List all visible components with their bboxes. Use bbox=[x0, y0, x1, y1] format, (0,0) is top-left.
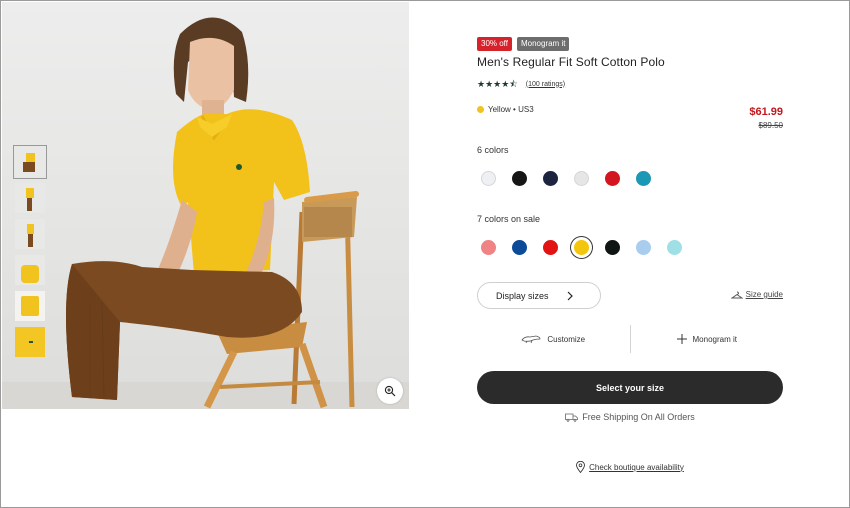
product-info-panel: 30% off Monogram it Men's Regular Fit So… bbox=[477, 1, 783, 508]
customize-label: Customize bbox=[547, 334, 586, 344]
product-title: Men's Regular Fit Soft Cotton Polo bbox=[477, 55, 665, 69]
rating-stars: ★★★★⯪ bbox=[477, 79, 518, 89]
boutique-availability: Check boutique availability bbox=[477, 461, 783, 473]
color-swatch[interactable] bbox=[481, 171, 496, 186]
boutique-availability-link[interactable]: Check boutique availability bbox=[589, 463, 684, 472]
color-swatch[interactable] bbox=[543, 171, 558, 186]
size-guide-link[interactable]: Size guide bbox=[730, 290, 783, 299]
thumbnail-6[interactable] bbox=[15, 327, 45, 357]
customize-button[interactable]: Customize bbox=[477, 323, 630, 355]
plus-icon bbox=[676, 334, 687, 344]
thumbnail-5[interactable] bbox=[15, 291, 45, 321]
sale-color-swatch[interactable] bbox=[481, 240, 496, 255]
price-block: $61.99 $89.50 bbox=[749, 106, 783, 130]
color-swatch[interactable] bbox=[512, 171, 527, 186]
thumbnail-3[interactable] bbox=[15, 219, 45, 249]
display-sizes-button[interactable]: Display sizes bbox=[477, 282, 601, 309]
sale-colors-label: 7 colors on sale bbox=[477, 214, 541, 224]
truck-icon bbox=[565, 413, 579, 422]
sale-color-swatch[interactable] bbox=[543, 240, 558, 255]
color-swatch[interactable] bbox=[605, 171, 620, 186]
chevron-right-icon bbox=[567, 291, 573, 300]
shipping-info: Free Shipping On All Orders bbox=[477, 412, 783, 422]
color-swatch[interactable] bbox=[636, 171, 651, 186]
badge-row: 30% off Monogram it bbox=[477, 37, 570, 51]
thumbnail-1[interactable] bbox=[13, 145, 47, 179]
monogram-button[interactable]: Monogram it bbox=[631, 323, 784, 355]
product-main-image[interactable] bbox=[2, 2, 409, 409]
thumbnail-2[interactable] bbox=[15, 183, 45, 213]
crocodile-icon bbox=[521, 335, 541, 344]
size-guide-label: Size guide bbox=[745, 290, 783, 299]
zoom-button[interactable] bbox=[377, 378, 403, 404]
ratings-count-link[interactable]: (100 ratings) bbox=[526, 81, 565, 88]
sale-color-swatch[interactable] bbox=[512, 240, 527, 255]
regular-color-swatches bbox=[481, 171, 651, 186]
monogram-badge: Monogram it bbox=[516, 37, 570, 51]
personalize-actions: Customize Monogram it bbox=[477, 323, 783, 355]
sale-color-swatch[interactable] bbox=[605, 240, 620, 255]
location-pin-icon bbox=[576, 461, 586, 473]
thumbnail-strip bbox=[13, 145, 47, 363]
rating-row: ★★★★⯪ (100 ratings) bbox=[477, 79, 565, 89]
shipping-label: Free Shipping On All Orders bbox=[582, 412, 695, 422]
color-swatch[interactable] bbox=[574, 171, 589, 186]
sale-color-swatch[interactable] bbox=[667, 240, 682, 255]
selected-color: Yellow • US3 bbox=[477, 105, 534, 114]
thumbnail-4[interactable] bbox=[15, 255, 45, 285]
sale-color-swatches bbox=[481, 240, 682, 255]
select-size-button[interactable]: Select your size bbox=[477, 371, 783, 404]
zoom-icon bbox=[384, 385, 396, 397]
monogram-label: Monogram it bbox=[692, 334, 737, 344]
sale-color-swatch[interactable] bbox=[636, 240, 651, 255]
model-photo bbox=[2, 17, 409, 409]
discount-badge: 30% off bbox=[477, 37, 512, 51]
price-current: $61.99 bbox=[749, 106, 783, 118]
selected-color-label: Yellow • US3 bbox=[488, 105, 534, 114]
selected-color-dot bbox=[477, 106, 484, 113]
page-frame: 30% off Monogram it Men's Regular Fit So… bbox=[0, 0, 850, 508]
sale-color-swatch-selected[interactable] bbox=[574, 240, 589, 255]
regular-colors-label: 6 colors bbox=[477, 145, 509, 155]
hanger-icon bbox=[730, 291, 743, 298]
price-original: $89.50 bbox=[758, 121, 783, 130]
display-sizes-label: Display sizes bbox=[496, 290, 549, 301]
